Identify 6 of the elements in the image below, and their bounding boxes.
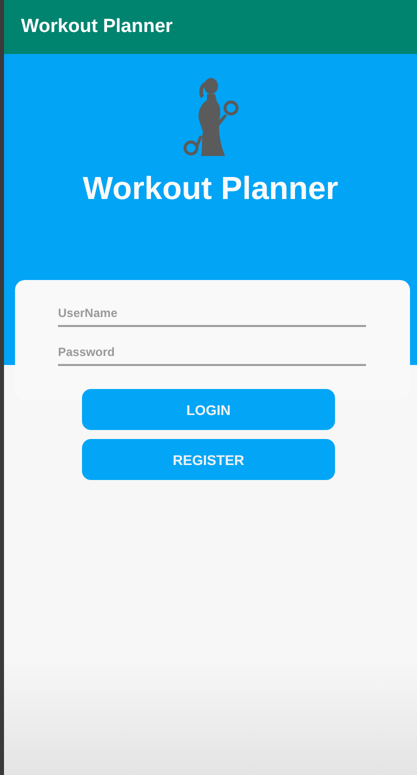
username-field[interactable]: UserName — [58, 302, 366, 327]
app-bar-title: Workout Planner — [21, 16, 173, 38]
app-title: Workout Planner — [82, 170, 338, 207]
register-button[interactable]: REGISTER — [82, 439, 335, 480]
password-field[interactable]: Password — [58, 341, 366, 366]
login-button[interactable]: LOGIN — [82, 389, 335, 430]
